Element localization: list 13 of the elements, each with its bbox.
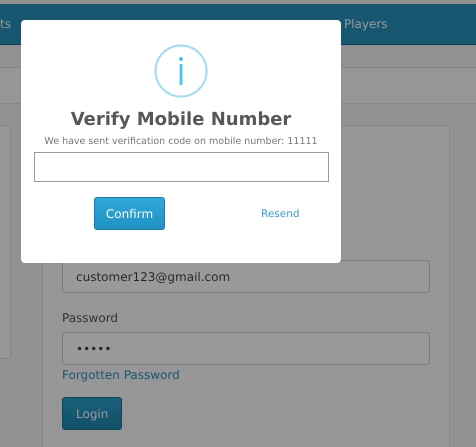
dialog-title: Verify Mobile Number bbox=[70, 109, 292, 130]
login-button[interactable]: Login bbox=[62, 397, 122, 430]
password-field[interactable]: ••••• bbox=[62, 332, 430, 365]
forgot-password-link[interactable]: Forgotten Password bbox=[62, 368, 180, 382]
email-field[interactable]: customer123@gmail.com bbox=[62, 260, 430, 293]
dialog-message: We have sent verification code on mobile number: 11111 bbox=[44, 136, 318, 147]
nav-item[interactable]: Players bbox=[344, 17, 388, 31]
info-icon bbox=[154, 44, 208, 98]
resend-link[interactable]: Resend bbox=[261, 208, 300, 220]
code-field[interactable] bbox=[34, 152, 328, 182]
password-label: Password bbox=[62, 311, 120, 325]
nav-item[interactable]: ts bbox=[0, 17, 11, 31]
confirm-button[interactable]: Confirm bbox=[94, 197, 165, 230]
